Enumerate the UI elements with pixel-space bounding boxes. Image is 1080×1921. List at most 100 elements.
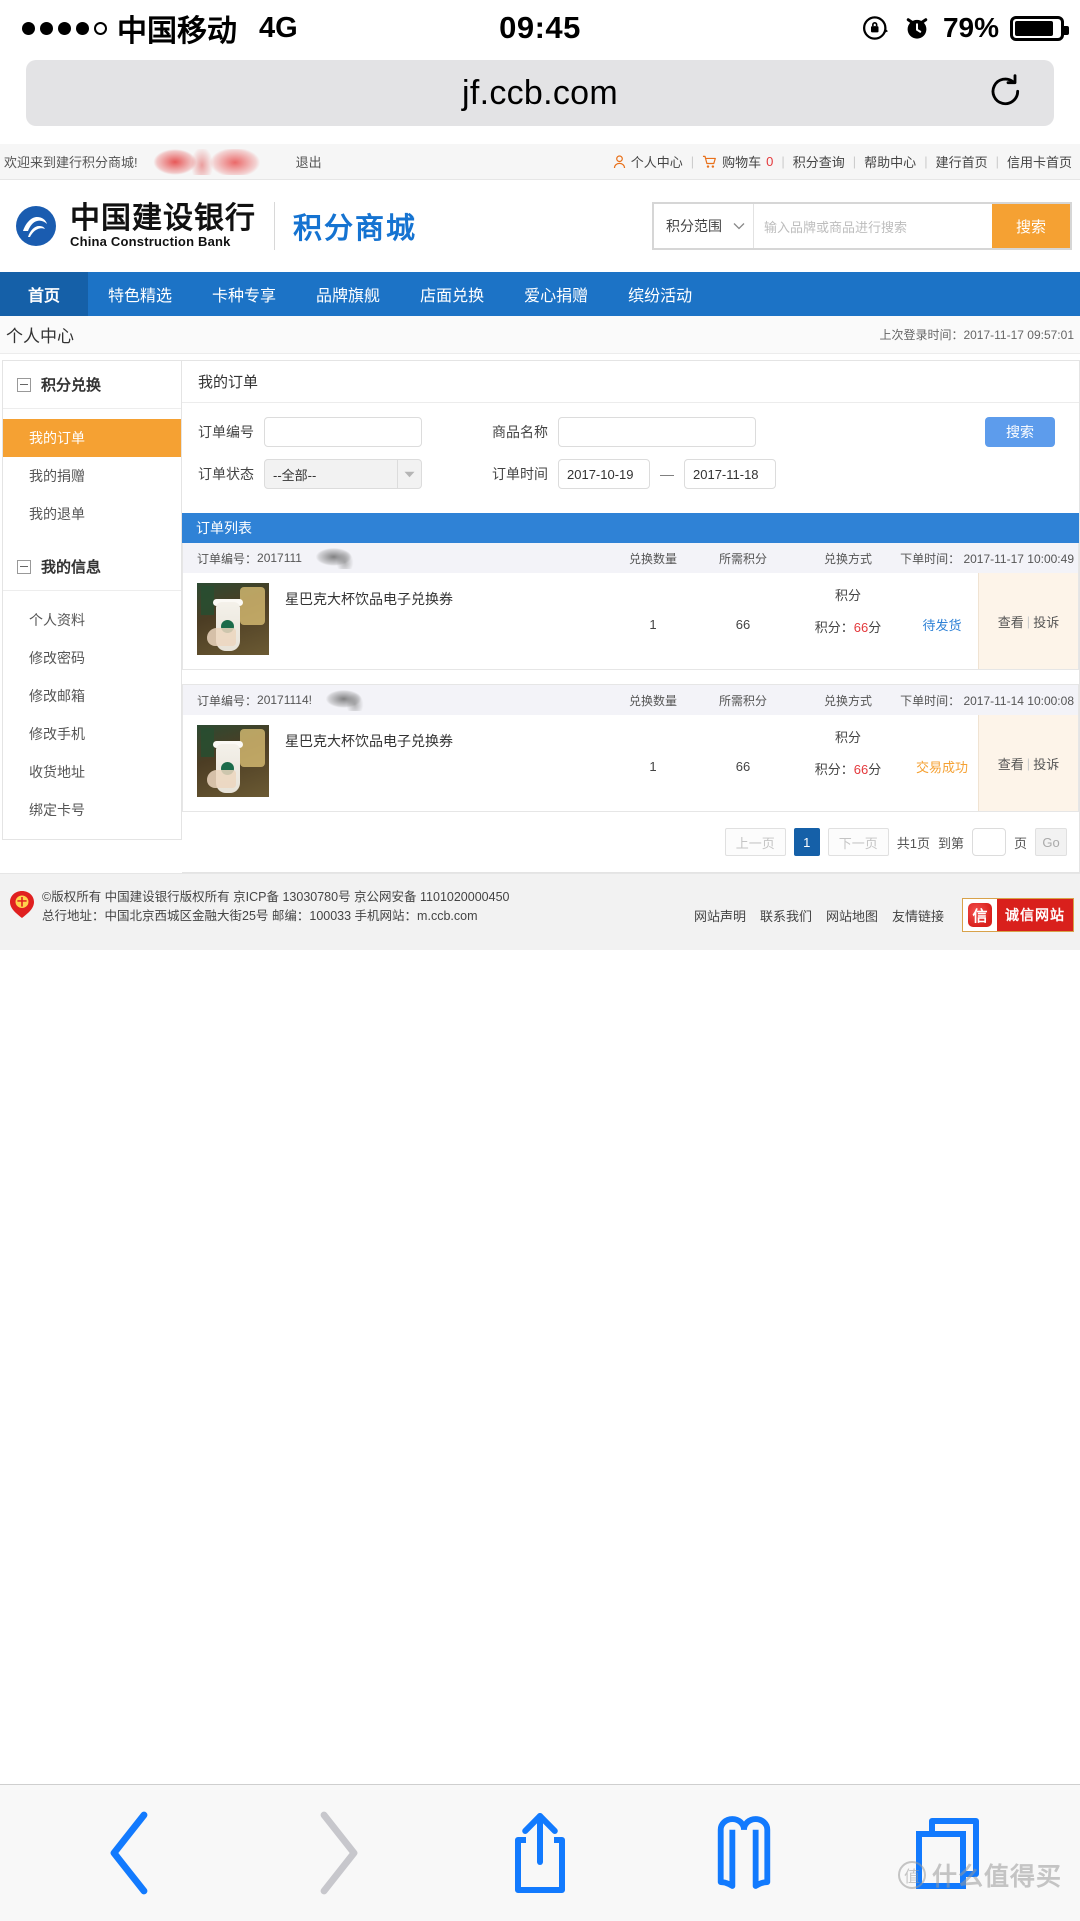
complain-link[interactable]: 投诉	[1033, 612, 1059, 631]
cart-icon	[703, 155, 717, 168]
search-scope-select[interactable]: 积分范围	[654, 204, 754, 248]
utility-link-label: 购物车	[722, 155, 762, 170]
sidebar-group-points-exchange[interactable]: 积分兑换	[3, 361, 181, 409]
utility-link-help-center[interactable]: 帮助中心	[856, 152, 924, 171]
goto-page-button[interactable]: Go	[1035, 828, 1067, 856]
sidebar-group-my-info[interactable]: 我的信息	[3, 543, 181, 591]
order-card-header: 订单编号： 20171114! 兑换数量 所需积分 兑换方式 下单时间： 201…	[183, 685, 1078, 715]
order-status-label: 订单状态	[198, 466, 254, 482]
utility-link-creditcard-home[interactable]: 信用卡首页	[999, 152, 1080, 171]
pagination: 上一页 1 下一页 共1页 到第 页 Go	[182, 812, 1079, 872]
sidebar-item-my-donations[interactable]: 我的捐赠	[3, 457, 181, 495]
order-qty: 1	[649, 759, 657, 774]
product-name[interactable]: 星巴克大杯饮品电子兑换券	[285, 589, 453, 659]
sidebar-group-label: 我的信息	[41, 559, 102, 576]
footer-link-friendly[interactable]: 友情链接	[892, 906, 944, 925]
utility-link-cart[interactable]: 购物车 0	[694, 152, 781, 171]
method-detail-unit: 分	[868, 620, 882, 635]
order-status-select[interactable]: --全部--	[264, 459, 422, 489]
nav-item-featured[interactable]: 特色精选	[88, 272, 192, 316]
footer-copyright-block: ©版权所有 中国建设银行版权所有 京ICP备 13030780号 京公网安备 1…	[10, 888, 509, 927]
share-button[interactable]	[480, 1803, 600, 1903]
date-from-input[interactable]: 2017-10-19	[558, 459, 650, 489]
order-no-input[interactable]	[264, 417, 422, 447]
sidebar-item-change-email[interactable]: 修改邮箱	[3, 677, 181, 715]
logo-text: 中国建设银行 China Construction Bank	[70, 203, 256, 250]
site-logo[interactable]: 中国建设银行 China Construction Bank	[14, 203, 256, 250]
sidebar-item-shipping-address[interactable]: 收货地址	[3, 753, 181, 791]
date-range-separator: —	[660, 466, 674, 482]
starbucks-cup-thumb[interactable]	[197, 583, 269, 655]
next-page-button[interactable]: 下一页	[827, 828, 889, 856]
utility-link-bank-home[interactable]: 建行首页	[928, 152, 996, 171]
web-page: 欢迎来到建行积分商城! 退出 个人中心 | 购物车 0 | 积分查询 | 帮助中…	[0, 144, 1080, 1695]
back-button[interactable]	[72, 1803, 192, 1903]
method-detail-value: 66	[853, 620, 869, 635]
nav-item-brand-flagship[interactable]: 品牌旗舰	[296, 272, 400, 316]
user-icon	[613, 154, 625, 168]
column-header-qty: 兑换数量	[628, 693, 677, 708]
filter-search-button[interactable]: 搜索	[985, 417, 1055, 447]
footer-link-sitemap[interactable]: 网站地图	[826, 906, 878, 925]
site-search: 积分范围 输入品牌或商品进行搜索 搜索	[652, 202, 1072, 250]
chevron-down-icon	[733, 223, 745, 230]
view-order-link[interactable]: 查看	[998, 612, 1024, 631]
utility-link-points-query[interactable]: 积分查询	[785, 152, 853, 171]
share-icon	[515, 1813, 565, 1893]
last-login-time: 上次登录时间：2017-11-17 09:57:01	[879, 328, 1074, 342]
footer-link-statement[interactable]: 网站声明	[694, 906, 746, 925]
reload-icon[interactable]	[986, 71, 1026, 115]
sidebar-item-bind-card[interactable]: 绑定卡号	[3, 791, 181, 829]
date-to-input[interactable]: 2017-11-18	[684, 459, 776, 489]
nav-item-card-exclusive[interactable]: 卡种专享	[192, 272, 296, 316]
complain-link[interactable]: 投诉	[1033, 754, 1059, 773]
prev-page-button[interactable]: 上一页	[724, 828, 786, 856]
logout-link[interactable]: 退出	[296, 152, 322, 171]
page-number-1[interactable]: 1	[793, 828, 820, 856]
sidebar-item-my-returns[interactable]: 我的退单	[3, 495, 181, 533]
utility-link-personal-center[interactable]: 个人中心	[605, 152, 691, 171]
starbucks-cup-thumb[interactable]	[197, 725, 269, 797]
order-details: 星巴克大杯饮品电子兑换券 1 66 积分 积分：66分 待发货	[183, 573, 978, 669]
nav-item-activities[interactable]: 缤纷活动	[608, 272, 712, 316]
sidebar-item-change-password[interactable]: 修改密码	[3, 639, 181, 677]
product-name-input[interactable]	[558, 417, 756, 447]
select-arrow-cell	[397, 460, 421, 488]
order-actions: 查看 | 投诉	[978, 573, 1078, 669]
watermark: 值 什么值得买	[897, 1857, 1062, 1893]
view-order-link[interactable]: 查看	[998, 754, 1024, 773]
column-header-qty: 兑换数量	[628, 551, 677, 566]
order-card-body: 星巴克大杯饮品电子兑换券 1 66 积分 积分：66分 待发货 查看 | 投诉	[183, 573, 1078, 669]
goto-page-input[interactable]	[971, 828, 1006, 856]
order-no: 订单编号： 20171114!	[183, 689, 380, 711]
footer-link-contact[interactable]: 联系我们	[760, 906, 812, 925]
order-qty: 1	[649, 617, 657, 632]
trustworthy-site-badge[interactable]: 信 诚信网站	[962, 898, 1074, 932]
sidebar-item-change-phone[interactable]: 修改手机	[3, 715, 181, 753]
forward-button[interactable]	[276, 1803, 396, 1903]
filter-row-2: 订单状态 --全部-- 订单时间 2017-10-19 — 2017-11-18	[198, 459, 1063, 489]
sidebar-item-profile[interactable]: 个人资料	[3, 601, 181, 639]
bookmarks-button[interactable]	[684, 1803, 804, 1903]
search-input[interactable]: 输入品牌或商品进行搜索	[754, 204, 992, 248]
chevron-left-icon	[110, 1811, 148, 1895]
search-button[interactable]: 搜索	[992, 204, 1070, 248]
column-header-points: 所需积分	[718, 693, 767, 708]
sidebar-item-my-orders[interactable]: 我的订单	[3, 419, 181, 457]
trust-seal-glyph: 信	[968, 903, 992, 927]
order-card-header: 订单编号： 2017111 兑换数量 所需积分 兑换方式 下单时间： 2017-…	[183, 543, 1078, 573]
order-time-value: 2017-11-17 10:00:49	[963, 551, 1074, 566]
order-time: 下单时间： 2017-11-14 10:00:08	[900, 692, 1074, 709]
url-bar[interactable]: jf.ccb.com	[26, 60, 1054, 126]
watermark-text: 什么值得买	[931, 1863, 1062, 1891]
nav-item-charity-donation[interactable]: 爱心捐赠	[504, 272, 608, 316]
nav-item-store-redeem[interactable]: 店面兑换	[400, 272, 504, 316]
product-name[interactable]: 星巴克大杯饮品电子兑换券	[285, 731, 453, 801]
redacted-order-no	[303, 547, 370, 569]
collapse-minus-icon[interactable]	[17, 377, 31, 392]
product-name-label: 商品名称	[492, 424, 548, 440]
trust-seal-icon: 信	[963, 899, 997, 931]
nav-item-home[interactable]: 首页	[0, 272, 89, 316]
collapse-minus-icon[interactable]	[17, 559, 31, 574]
